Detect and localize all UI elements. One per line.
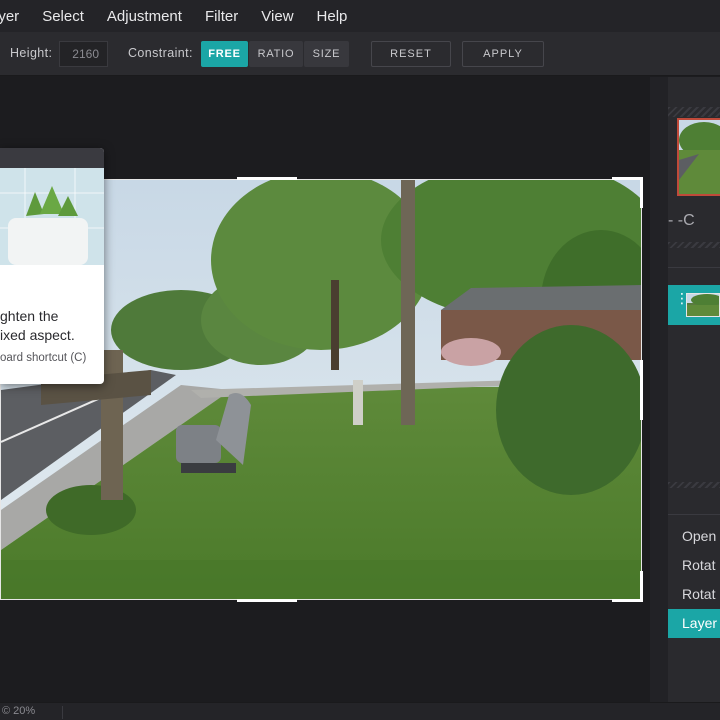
zoom-level[interactable]: © 20% [2, 705, 35, 717]
constraint-ratio-button[interactable]: RATIO [249, 41, 303, 67]
navigator-thumbnail[interactable] [677, 118, 720, 196]
history-item[interactable]: Rotat [668, 580, 720, 609]
panel-divider [668, 514, 720, 515]
crop-tooltip-card [0, 148, 104, 384]
menu-select[interactable]: Select [42, 8, 84, 25]
crop-handle-right[interactable] [640, 360, 643, 420]
apply-button[interactable]: APPLY [462, 41, 544, 67]
canvas-scrollbar[interactable] [650, 77, 668, 702]
tooltip-illustration [0, 168, 104, 265]
constraint-free-button[interactable]: FREE [201, 41, 248, 67]
menu-filter[interactable]: Filter [205, 8, 238, 25]
constraint-label: Constraint: [128, 46, 193, 60]
tooltip-header [0, 148, 104, 168]
height-input[interactable] [59, 41, 108, 67]
reset-button[interactable]: RESET [371, 41, 451, 67]
tooltip-line-2: ixed aspect. [0, 327, 75, 343]
history-item[interactable]: Open [668, 522, 720, 551]
panel-divider [668, 267, 720, 268]
photo-editor-app: ayer Select Adjustment Filter View Help … [0, 0, 720, 720]
menu-adjustment[interactable]: Adjustment [107, 8, 182, 25]
crop-handle-top-right-v[interactable] [640, 177, 643, 208]
menu-layer[interactable]: ayer [0, 8, 19, 25]
crop-handle-top-right-h[interactable] [612, 177, 643, 180]
navigator-panel-header[interactable] [668, 107, 720, 117]
history-panel-header[interactable] [668, 482, 720, 488]
constraint-size-button[interactable]: SIZE [304, 41, 349, 67]
crop-handle-top[interactable] [237, 177, 297, 180]
tooltip-line-1: ghten the [0, 308, 59, 324]
menu-help[interactable]: Help [317, 8, 348, 25]
layers-panel-header[interactable] [668, 242, 720, 248]
crop-handle-bottom-right-h[interactable] [612, 599, 643, 602]
crop-handle-bottom-right-v[interactable] [640, 571, 643, 602]
history-item[interactable]: Rotat [668, 551, 720, 580]
layer-thumbnail [686, 293, 720, 317]
status-divider [62, 706, 63, 719]
menu-view[interactable]: View [261, 8, 293, 25]
layer-item[interactable]: ⋮ [668, 285, 720, 325]
drag-handle-icon[interactable]: ⋮ [675, 291, 689, 315]
crop-toolbar: Height: Constraint: FREE RATIO SIZE RESE… [0, 32, 720, 76]
menu-bar: ayer Select Adjustment Filter View Help [0, 0, 720, 32]
history-item-active[interactable]: Layer [668, 609, 720, 638]
navigator-zoom-controls[interactable]: - -C [668, 212, 720, 240]
status-bar: © 20% [0, 702, 720, 720]
crop-handle-bottom[interactable] [237, 599, 297, 602]
tooltip-shortcut-hint: oard shortcut (C) [0, 352, 87, 364]
height-label: Height: [10, 46, 53, 60]
right-panel: - -C ⋮ Open Rotat Rotat Layer [668, 77, 720, 702]
